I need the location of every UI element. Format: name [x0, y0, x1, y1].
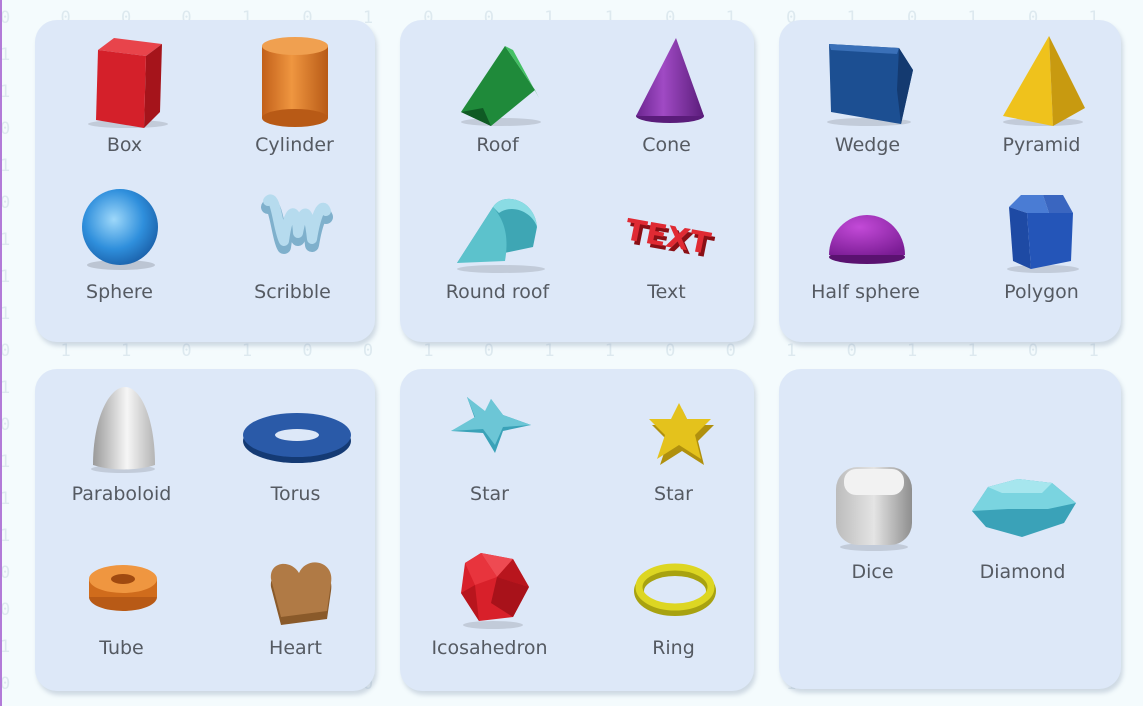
pyramid-icon — [1002, 36, 1085, 126]
icosahedron-icon — [460, 553, 529, 629]
diamond-icon — [971, 479, 1076, 537]
shape-label: Torus — [270, 483, 321, 505]
shape-polygon[interactable]: Polygon — [964, 177, 1119, 303]
shape-box[interactable]: Box — [47, 30, 202, 156]
shape-paraboloid[interactable]: Paraboloid — [44, 379, 199, 505]
shape-group-panel-2: Roof Cone Round roof TEXT TEXT Text — [400, 20, 754, 342]
dice-icon — [835, 467, 912, 551]
shape-roof[interactable]: Roof — [420, 30, 575, 156]
round-roof-icon — [456, 198, 545, 273]
shape-heart[interactable]: Heart — [218, 533, 373, 659]
shape-round-roof[interactable]: Round roof — [420, 177, 575, 303]
shape-group-panel-4: Paraboloid Torus Tube Heart — [35, 369, 375, 691]
shape-label: Icosahedron — [431, 637, 548, 659]
tube-icon — [88, 565, 157, 611]
shape-label: Scribble — [254, 281, 331, 303]
shape-label: Box — [106, 134, 143, 156]
shape-label: Polygon — [1004, 281, 1079, 303]
shape-label: Diamond — [979, 561, 1066, 583]
shape-group-panel-6: Dice Diamond — [779, 369, 1121, 689]
shape-label: Wedge — [834, 134, 901, 156]
shape-label: Pyramid — [1002, 134, 1081, 156]
shape-cone[interactable]: Cone — [589, 30, 744, 156]
shape-half-sphere[interactable]: Half sphere — [788, 177, 943, 303]
scribble-icon — [260, 194, 333, 254]
shape-wedge[interactable]: Wedge — [790, 30, 945, 156]
shape-label: Tube — [99, 637, 144, 659]
wedge-icon — [826, 44, 913, 126]
ring-icon — [633, 563, 716, 616]
shape-label: Star — [654, 483, 693, 505]
shape-label: Round roof — [445, 281, 550, 303]
cylinder-icon — [261, 37, 328, 127]
left-accent-rule — [0, 0, 2, 706]
shape-label: Dice — [851, 561, 894, 583]
shape-sphere[interactable]: Sphere — [42, 177, 197, 303]
shape-scribble[interactable]: Scribble — [215, 177, 370, 303]
shape-tube[interactable]: Tube — [44, 533, 199, 659]
shape-icosahedron[interactable]: Icosahedron — [412, 533, 567, 659]
box-icon — [87, 38, 168, 128]
shape-label: Roof — [476, 134, 519, 156]
shape-label: Cone — [642, 134, 691, 156]
shape-text[interactable]: TEXT TEXT Text — [589, 177, 744, 303]
shape-label: Sphere — [86, 281, 153, 303]
shape-label: Heart — [269, 637, 322, 659]
shape-group-panel-3: Wedge Pyramid Half sphere Polygon — [779, 20, 1121, 342]
shape-cylinder[interactable]: Cylinder — [217, 30, 372, 156]
shape-star-2[interactable]: Star — [596, 379, 751, 505]
shape-star-1[interactable]: Star — [412, 379, 567, 505]
shape-label: Ring — [652, 637, 695, 659]
shape-torus[interactable]: Torus — [218, 379, 373, 505]
shape-label: Text — [647, 281, 686, 303]
polygon-icon — [1006, 195, 1079, 273]
shape-diamond[interactable]: Diamond — [945, 457, 1100, 583]
torus-icon — [242, 413, 351, 463]
shape-group-panel-5: Star Star Icosahedron Ring — [400, 369, 754, 691]
roof-icon — [460, 46, 541, 126]
shape-dice[interactable]: Dice — [795, 457, 950, 583]
paraboloid-icon — [90, 387, 155, 473]
star-icon — [648, 403, 714, 465]
text-3d-icon: TEXT TEXT — [625, 213, 715, 267]
shape-label: Cylinder — [255, 134, 334, 156]
sphere-icon — [81, 189, 158, 270]
shape-label: Half sphere — [811, 281, 920, 303]
heart-icon — [270, 562, 331, 625]
shape-pyramid[interactable]: Pyramid — [964, 30, 1119, 156]
shape-label: Star — [470, 483, 509, 505]
shape-group-panel-1: Box Cylinder Sphere Scribble — [35, 20, 375, 342]
cone-icon — [635, 38, 704, 123]
shape-ring[interactable]: Ring — [596, 533, 751, 659]
star-flat-icon — [450, 397, 531, 453]
half-sphere-icon — [828, 215, 905, 264]
shape-label: Paraboloid — [71, 483, 172, 505]
